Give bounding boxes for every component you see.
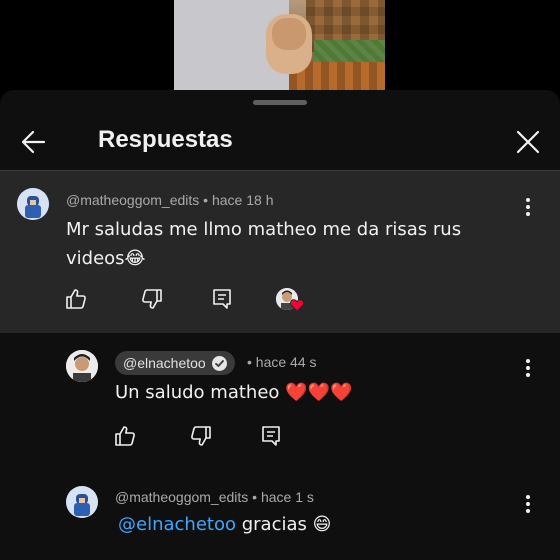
- author-handle[interactable]: @matheoggom_edits: [115, 489, 248, 505]
- comment-text: Mr saludas me llmo matheo me da risas ru…: [66, 215, 536, 273]
- more-button[interactable]: [518, 492, 538, 516]
- mention-link[interactable]: @elnachetoo: [118, 514, 236, 535]
- drag-handle[interactable]: [253, 100, 307, 105]
- close-button[interactable]: [510, 124, 546, 160]
- meta-separator: •: [248, 489, 261, 505]
- comment-time: hace 1 s: [260, 489, 314, 505]
- avatar[interactable]: [66, 350, 98, 382]
- video-person-hand: [272, 18, 306, 50]
- sheet-header: Respuestas: [0, 114, 560, 170]
- avatar[interactable]: [17, 188, 49, 220]
- reply-icon: [262, 426, 280, 446]
- comment-meta: • hace 44 s: [247, 354, 317, 370]
- author-handle: @elnachetoo: [123, 355, 206, 371]
- comment-meta: @matheoggom_edits • hace 18 h: [66, 192, 273, 208]
- thumb-down-icon: [191, 426, 211, 446]
- thumb-down-icon: [142, 289, 162, 309]
- replies-sheet: Respuestas @matheoggom_edits • hace 18 h…: [0, 90, 560, 560]
- meta-separator: •: [247, 354, 256, 370]
- comment-meta: @matheoggom_edits • hace 1 s: [115, 489, 314, 505]
- comment-text: Un saludo matheo ❤️❤️❤️: [115, 382, 353, 403]
- reply-button[interactable]: [210, 287, 238, 315]
- back-button[interactable]: [16, 124, 52, 160]
- dislike-button[interactable]: [189, 424, 217, 452]
- comment-actions: [64, 287, 324, 315]
- avatar-image: [66, 486, 98, 518]
- avatar-image: [66, 350, 98, 382]
- parent-comment: @matheoggom_edits • hace 18 h Mr saludas…: [0, 171, 560, 333]
- reply-button[interactable]: [259, 424, 287, 452]
- like-button[interactable]: [64, 287, 92, 315]
- author-handle[interactable]: @matheoggom_edits: [66, 192, 199, 208]
- comment-time: hace 18 h: [211, 192, 274, 208]
- close-icon: [516, 130, 540, 154]
- dislike-button[interactable]: [140, 287, 168, 315]
- comment-text-line: videos😂: [66, 248, 146, 269]
- avatar[interactable]: [66, 486, 98, 518]
- comment-text-line: Mr saludas me llmo matheo me da risas ru…: [66, 219, 462, 240]
- comment-text: @elnachetoo gracias 😄: [118, 510, 331, 539]
- thumb-up-icon: [115, 426, 135, 446]
- creator-heart-icon: [290, 299, 304, 312]
- comment-actions: [113, 424, 313, 452]
- creator-badge[interactable]: @elnachetoo: [115, 351, 235, 375]
- meta-separator: •: [199, 192, 212, 208]
- verified-check-icon: [211, 355, 227, 371]
- video-background: [0, 0, 560, 90]
- comment-text-body: gracias 😄: [235, 514, 332, 535]
- more-button[interactable]: [518, 356, 538, 380]
- avatar-image: [17, 188, 49, 220]
- arrow-left-icon: [21, 130, 46, 154]
- video-frame[interactable]: [174, 0, 385, 90]
- comment-time: hace 44 s: [255, 354, 317, 370]
- like-button[interactable]: [113, 424, 141, 452]
- thumb-up-icon: [66, 289, 86, 309]
- reply-icon: [213, 289, 231, 309]
- page-title: Respuestas: [98, 126, 233, 153]
